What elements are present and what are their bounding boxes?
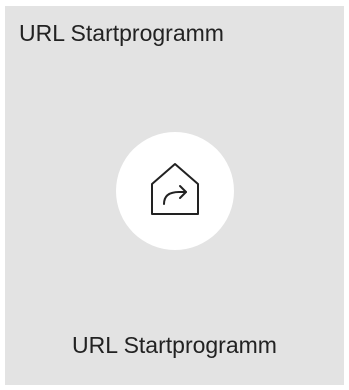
tile-label: URL Startprogramm (72, 332, 277, 358)
icon-circle (116, 132, 234, 250)
url-launcher-tile[interactable]: URL Startprogramm URL Startprogramm (5, 6, 344, 385)
tile-title: URL Startprogramm (19, 20, 224, 46)
home-launch-icon (151, 163, 199, 215)
